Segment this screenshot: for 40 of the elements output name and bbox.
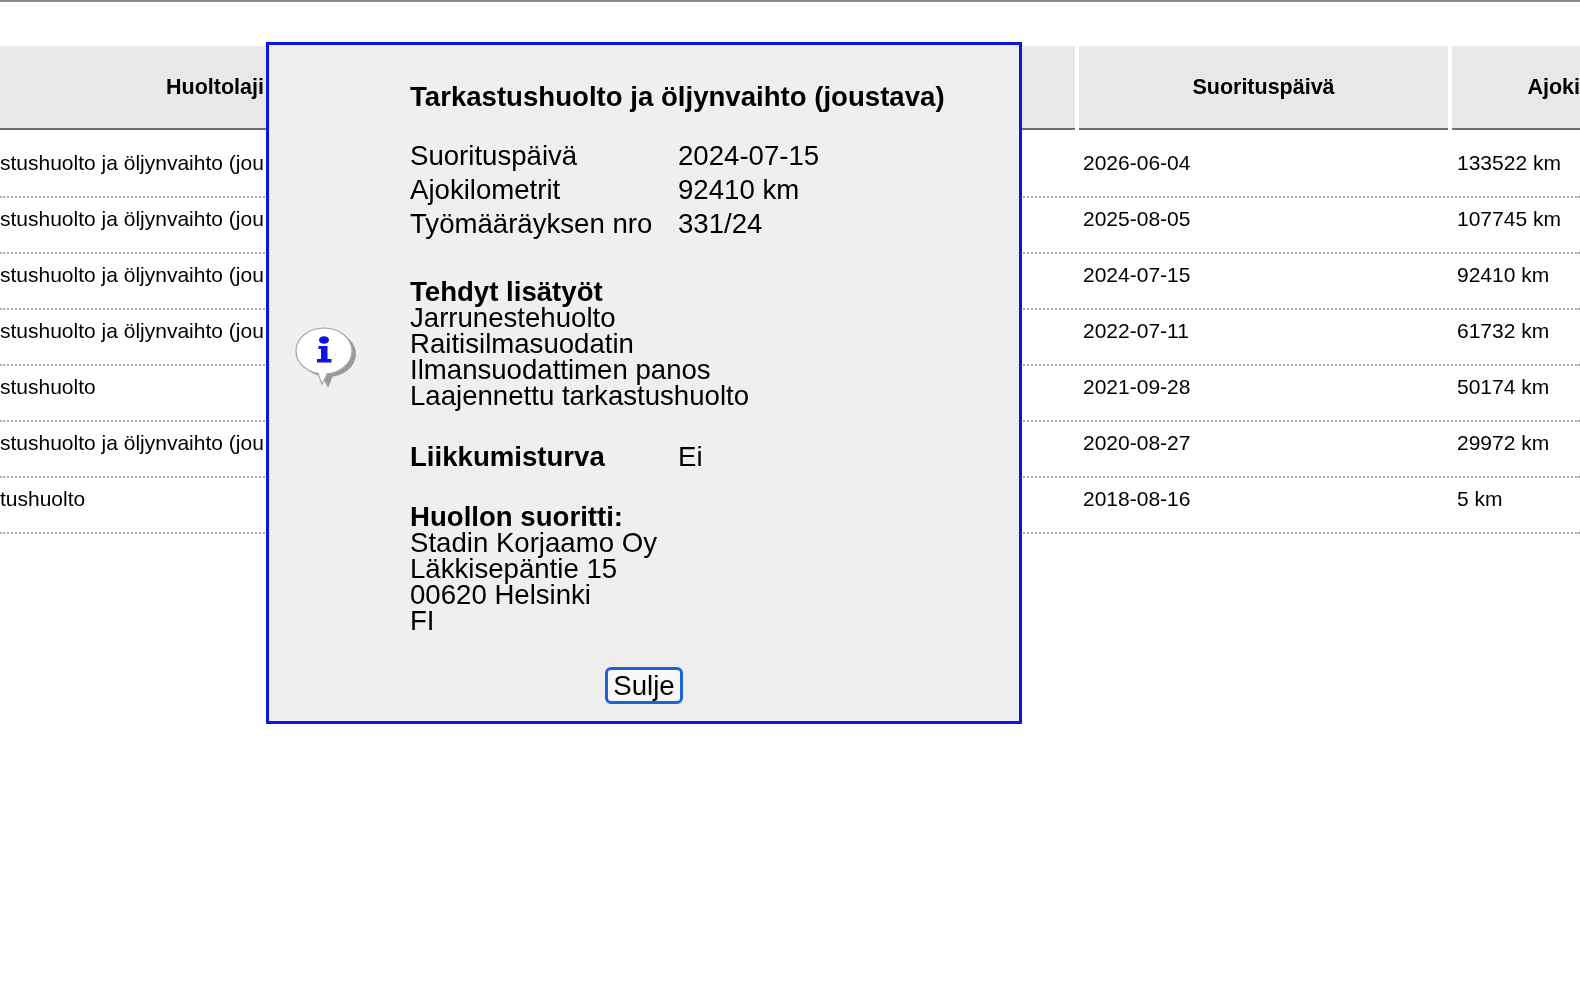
section-heading: Tehdyt lisätyöt <box>410 279 603 305</box>
detail-value: 2024-07-15 <box>678 139 820 173</box>
column-header: Suorituspäivä <box>1079 46 1448 130</box>
detail-label: Ajokilometrit <box>410 173 561 207</box>
mileage-text: 133522 km <box>1457 151 1561 174</box>
detail-value: 92410 km <box>678 173 800 207</box>
service-type-text: tushuolto <box>0 487 86 510</box>
service-date-text: 2020-08-27 <box>1083 431 1191 454</box>
detail-label: Suorituspäivä <box>410 139 578 173</box>
column-header: Huoltolaji <box>0 46 266 130</box>
service-type-text: stushuolto ja öljynvaihto (jou <box>0 263 264 286</box>
mileage-text: 5 km <box>1457 487 1503 510</box>
detail-value: Ei <box>678 440 703 474</box>
detail-label: Liikkumisturva <box>410 440 605 474</box>
close-button[interactable]: Sulje <box>605 667 683 704</box>
section-heading: Huollon suoritti: <box>410 504 624 530</box>
service-date-text: 2018-08-16 <box>1083 487 1191 510</box>
service-date-text: 2021-09-28 <box>1083 375 1191 398</box>
mileage-text: 61732 km <box>1457 319 1550 342</box>
service-type-text: stushuolto ja öljynvaihto (jou <box>0 319 264 342</box>
detail-value: 331/24 <box>678 207 763 241</box>
service-date-text: 2022-07-11 <box>1083 319 1189 342</box>
dialog-title: Tarkastushuolto ja öljynvaihto (joustava) <box>410 81 945 113</box>
mileage-text: 107745 km <box>1457 207 1561 230</box>
service-type-text: stushuolto ja öljynvaihto (jou <box>0 151 264 174</box>
detail-label: Työmääräyksen nro <box>410 207 653 241</box>
service-date-text: 2024-07-15 <box>1083 263 1191 286</box>
service-date-text: 2025-08-05 <box>1083 207 1191 230</box>
mileage-text: 29972 km <box>1457 431 1550 454</box>
service-type-text: stushuolto ja öljynvaihto (jou <box>0 431 264 454</box>
service-date-text: 2026-06-04 <box>1083 151 1191 174</box>
work-item-text: Raitisilmasuodatin <box>410 331 634 357</box>
address-line: FI <box>410 608 435 634</box>
column-header: Ajoki <box>1452 46 1580 130</box>
mileage-text: 50174 km <box>1457 375 1550 398</box>
service-type-text: stushuolto ja öljynvaihto (jou <box>0 207 264 230</box>
address-line: Stadin Korjaamo Oy <box>410 530 657 556</box>
work-item-text: Ilmansuodattimen panos <box>410 357 711 383</box>
service-type-text: stushuolto <box>0 375 96 398</box>
mileage-text: 92410 km <box>1457 263 1550 286</box>
